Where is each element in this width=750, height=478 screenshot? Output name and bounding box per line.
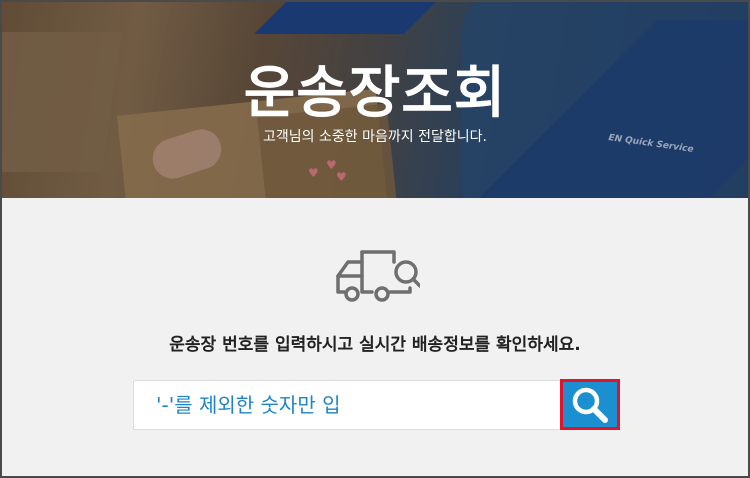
search-button[interactable] — [560, 379, 620, 430]
hero-banner: ♥ ♥ ♥ EN Quick Service 운송장조회 고객님의 소중한 마음… — [2, 2, 748, 198]
tracking-number-input[interactable] — [133, 380, 561, 430]
search-icon — [572, 387, 608, 423]
tracking-search-section: 운송장 번호를 입력하시고 실시간 배송정보를 확인하세요. — [2, 198, 748, 476]
heart-icon: ♥ — [308, 166, 319, 180]
instruction-text: 운송장 번호를 입력하시고 실시간 배송정보를 확인하세요. — [169, 335, 581, 355]
heart-icon: ♥ — [336, 170, 347, 184]
page-title: 운송장조회 — [243, 61, 507, 126]
page-subtitle: 고객님의 소중한 마음까지 전달합니다. — [263, 129, 487, 145]
tracking-page: ♥ ♥ ♥ EN Quick Service 운송장조회 고객님의 소중한 마음… — [0, 0, 750, 478]
delivery-truck-search-icon — [336, 250, 420, 302]
